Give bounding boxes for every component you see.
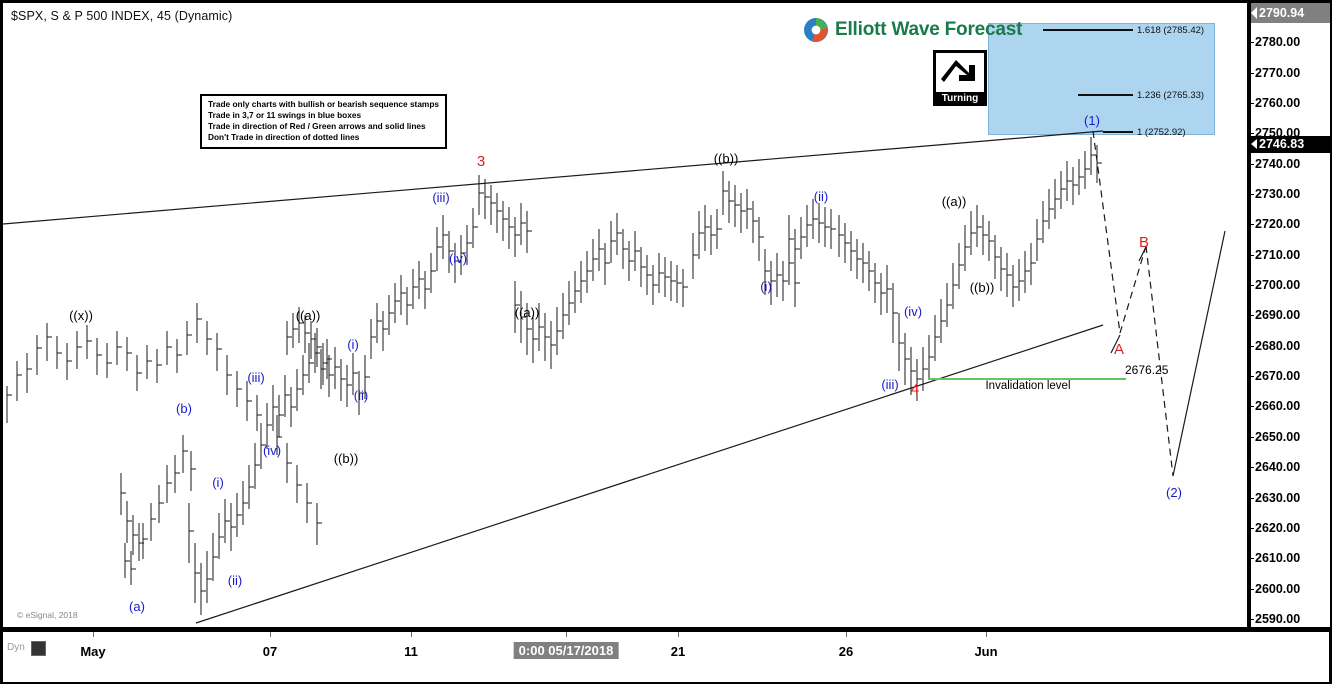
price-tick: 2590.00 xyxy=(1250,612,1301,626)
down-right-arrow-icon xyxy=(941,60,975,82)
projection-leg-a xyxy=(1092,130,1121,334)
price-tick: 2730.00 xyxy=(1250,186,1301,201)
price-tick: 2720.00 xyxy=(1250,217,1301,232)
price-tick: 2780.00 xyxy=(1250,35,1301,50)
turning-indicator: Turning xyxy=(933,50,987,106)
time-tick-label: 0:00 05/17/2018 xyxy=(513,642,619,659)
price-tick: 2660.00 xyxy=(1250,399,1301,414)
price-tick: 2670.00 xyxy=(1250,369,1301,384)
turning-arrow-box xyxy=(933,50,987,96)
wave-label: ((a)) xyxy=(941,194,967,209)
trading-rule-2: Trade in 3,7 or 11 swings in blue boxes xyxy=(208,109,362,120)
price-tick: 2680.00 xyxy=(1250,338,1301,353)
time-tick-mark xyxy=(846,632,847,637)
time-tick-mark xyxy=(270,632,271,637)
wave-label: (ii) xyxy=(813,189,829,204)
time-tick-label: 21 xyxy=(670,644,686,659)
price-tick: 2710.00 xyxy=(1250,247,1301,262)
price-tick: 2770.00 xyxy=(1250,65,1301,80)
wave-label: (b) xyxy=(176,401,192,416)
time-tick-mark xyxy=(411,632,412,637)
wave-label: (ii) xyxy=(227,573,243,588)
current-price-marker: 2746.83 xyxy=(1251,135,1330,153)
swirl-logo-icon xyxy=(804,18,828,43)
wave-label: 3 xyxy=(476,153,486,170)
price-tick: 2700.00 xyxy=(1250,278,1301,293)
projection-leg-b xyxy=(1119,245,1147,334)
wave-label: A xyxy=(1113,341,1125,358)
time-tick-mark xyxy=(986,632,987,637)
brand-logo: Elliott Wave Forecast xyxy=(803,17,1022,43)
price-tick: 2650.00 xyxy=(1250,429,1301,444)
invalidation-level-label: Invalidation level xyxy=(985,380,1071,392)
wave-label: (iv) xyxy=(903,304,923,319)
wave-label: (iii) xyxy=(432,190,450,205)
time-axis[interactable]: Dyn May 07 11 0:00 05/17/2018 21 26 Jun xyxy=(3,631,1329,682)
invalidation-level-price: 2676.25 xyxy=(1125,363,1169,377)
time-tick-label: Jun xyxy=(974,644,998,659)
lower-trendline xyxy=(195,324,1104,624)
trading-rule-1: Trade only charts with bullish or bearis… xyxy=(208,99,439,109)
dyn-label: Dyn xyxy=(7,642,25,653)
wave-label: (i) xyxy=(760,279,772,294)
wave-label: (i) xyxy=(347,337,359,352)
time-tick-mark xyxy=(678,632,679,637)
upper-trendline xyxy=(3,130,1104,225)
wave-label: ((a)) xyxy=(514,305,540,320)
time-tick-mark xyxy=(93,632,94,637)
time-tick-label: 07 xyxy=(262,644,278,659)
price-tick: 2740.00 xyxy=(1250,156,1301,171)
time-tick-label: 11 xyxy=(404,644,418,659)
price-axis[interactable]: 2790.94 2780.00 2770.00 2760.00 2750.00 2740… xyxy=(1250,3,1330,627)
time-tick-label: May xyxy=(80,644,106,659)
price-tick: 2620.00 xyxy=(1250,520,1301,535)
wave-label: ((a)) xyxy=(295,308,321,323)
chart-plot-area[interactable]: $SPX, S & P 500 INDEX, 45 (Dynamic) 1.61… xyxy=(3,3,1247,627)
price-axis-top-text: 2790.94 xyxy=(1259,6,1305,20)
time-tick-label: 26 xyxy=(838,644,854,659)
trading-rules-box: Trade only charts with bullish or bearis… xyxy=(200,94,447,149)
wave-label: 4 xyxy=(910,381,920,398)
turning-label: Turning xyxy=(933,92,987,106)
wave-label: (1) xyxy=(1084,113,1100,128)
price-tick: 2630.00 xyxy=(1250,490,1301,505)
price-tick: 2600.00 xyxy=(1250,581,1301,596)
projection-leg-2 xyxy=(1145,245,1174,477)
price-series-svg xyxy=(3,130,1226,624)
trading-rule-4: Don't Trade in direction of dotted lines xyxy=(208,131,360,142)
wave-label: (iii) xyxy=(247,370,265,385)
current-price-text: 2746.83 xyxy=(1259,136,1305,151)
recovery-leg xyxy=(1172,230,1226,477)
wave-label: ((x)) xyxy=(69,308,93,323)
esignal-copyright: © eSignal, 2018 xyxy=(17,610,78,620)
wave-label: (ii) xyxy=(353,388,369,403)
price-tick: 2610.00 xyxy=(1250,551,1301,566)
price-axis-top-value: 2790.94 xyxy=(1251,3,1330,23)
time-tick-mark xyxy=(566,632,567,637)
chart-window: $SPX, S & P 500 INDEX, 45 (Dynamic) 1.61… xyxy=(0,0,1332,684)
wave-label: ((b)) xyxy=(969,280,995,295)
wave-label: ((b)) xyxy=(333,451,359,466)
wave-label: B xyxy=(1138,234,1150,251)
brand-name: Elliott Wave Forecast xyxy=(835,19,1023,40)
wave-label: (a) xyxy=(129,599,145,614)
trading-rule-3: Trade in direction of Red / Green arrows… xyxy=(208,120,426,131)
dyn-icon[interactable] xyxy=(31,641,46,656)
price-tick: 2690.00 xyxy=(1250,308,1301,323)
price-tick: 2640.00 xyxy=(1250,460,1301,475)
wave-label: (i) xyxy=(212,475,224,490)
wave-label: (iv) xyxy=(262,443,282,458)
wave-label: ((b)) xyxy=(713,151,739,166)
wave-label: (iii) xyxy=(881,377,899,392)
price-tick: 2760.00 xyxy=(1250,95,1301,110)
wave-label: (2) xyxy=(1166,485,1182,500)
wave-label: (iv) xyxy=(448,251,468,266)
current-price-arrow-icon xyxy=(1251,138,1257,149)
price-axis-top-arrow-icon xyxy=(1251,7,1257,19)
